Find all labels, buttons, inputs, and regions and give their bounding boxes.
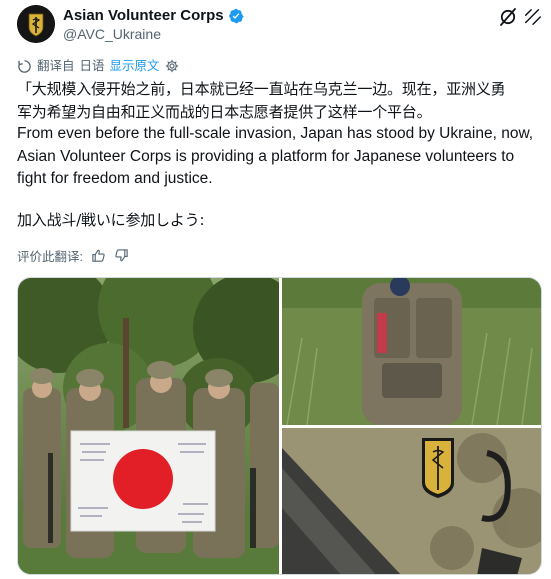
verified-badge-icon[interactable] [228,8,244,24]
translated-from-label: 翻译自 [37,59,75,73]
translation-info: 翻译自 日语 显示原文 [17,58,179,74]
thumbs-down-icon[interactable] [114,248,129,263]
tweet-text: 「大规模入侵开始之前，日本就已经一直站在乌克兰一边。现在，亚洲义勇 军为希望为自… [17,78,537,231]
tweet-zh-line: 「大规模入侵开始之前，日本就已经一直站在乌克兰一边。现在，亚洲义勇 [17,80,506,98]
avc-logo-icon [17,5,55,43]
rate-translation-label: 评价此翻译: [17,250,83,264]
account-name-row[interactable]: Asian Volunteer Corps [63,7,244,25]
source-language: 日语 [79,59,105,73]
tweet-en-line: From even before the full-scale invasion… [17,125,534,142]
more-icon[interactable] [522,6,544,28]
soldier-back-photo[interactable] [282,278,541,425]
tweet-en-line: fight for freedom and justice. [17,170,213,187]
photo-icon [282,278,541,425]
translate-icon [17,59,32,74]
patch-closeup-photo[interactable] [282,428,541,574]
gear-icon[interactable] [165,59,179,73]
grok-icon[interactable] [497,6,519,28]
group-photo[interactable] [18,278,279,574]
tweet-call-to-action: 加入战斗/戦いに参加しよう: [17,210,205,229]
account-handle[interactable]: @AVC_Ukraine [63,26,161,43]
avatar[interactable] [17,5,55,43]
photo-icon [18,278,279,574]
display-name[interactable]: Asian Volunteer Corps [63,7,224,25]
show-original-link[interactable]: 显示原文 [110,58,160,74]
rate-translation: 评价此翻译: [17,246,129,265]
photo-icon [282,428,541,574]
media-grid [17,277,542,575]
tweet-zh-line: 军为希望为自由和正义而战的日本志愿者提供了这样一个平台。 [17,102,432,121]
thumbs-up-icon[interactable] [91,248,106,263]
tweet-en-line: Asian Volunteer Corps is providing a pla… [17,147,515,165]
